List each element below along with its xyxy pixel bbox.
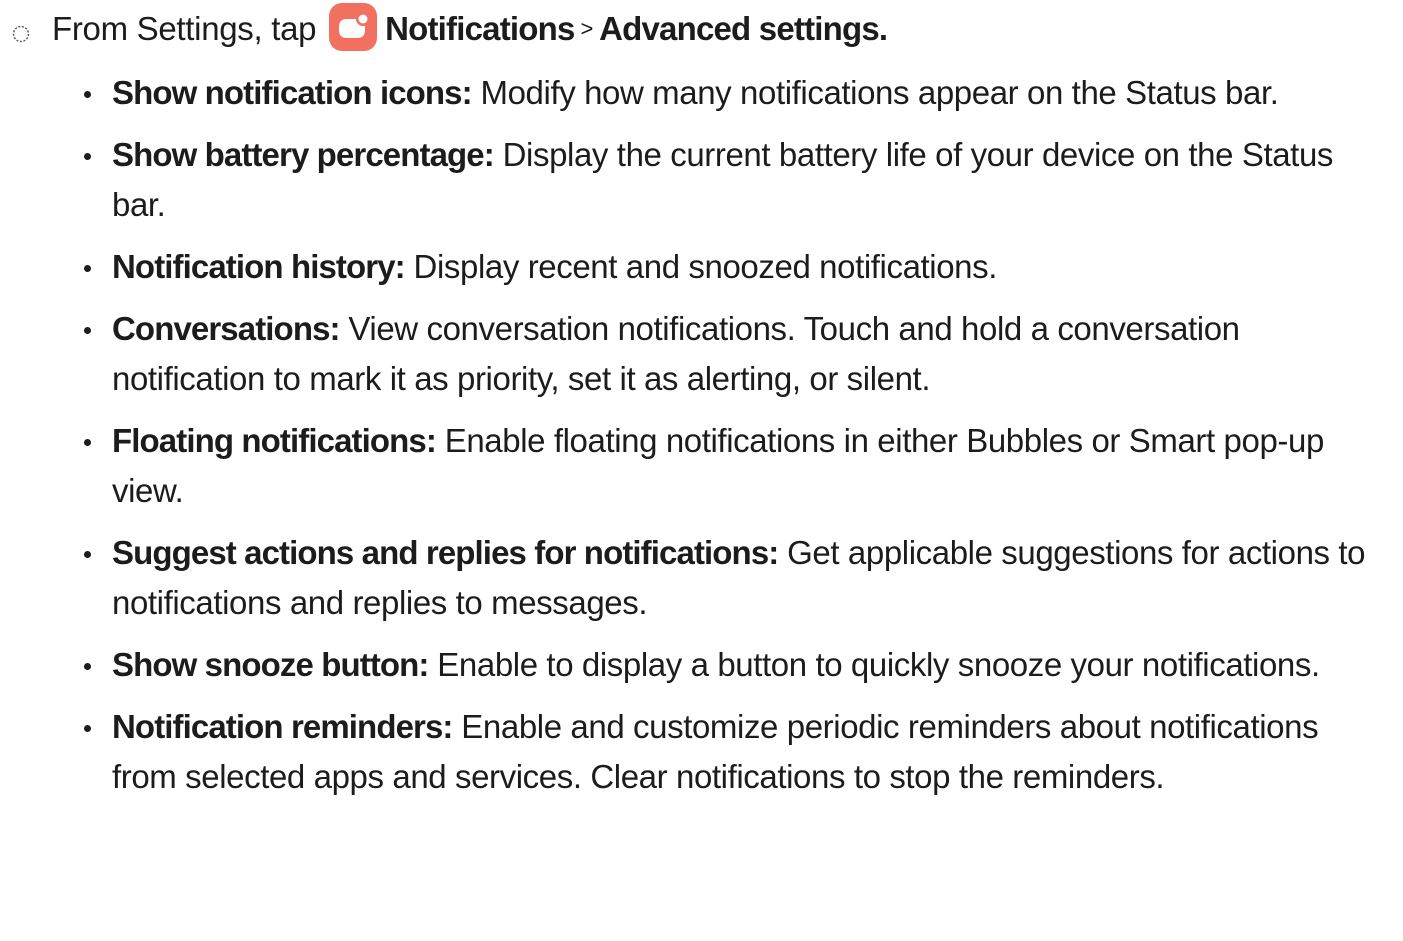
bullet-dot [84,91,91,98]
list-item: Show snooze button: Enable to display a … [0,640,1403,690]
item-term: Notification history: [112,248,406,285]
bullet-dot [84,439,91,446]
instruction-step: From Settings, tap Notifications > Advance… [0,0,1403,60]
list-item: Show battery percentage: Display the cur… [0,130,1403,230]
notifications-app-icon [329,3,378,52]
item-term: Notification reminders: [112,708,453,745]
item-term: Show notification icons: [112,74,473,111]
menu-notifications: Notifications [385,10,575,47]
list-item: Show notification icons: Modify how many… [0,68,1403,118]
instruction-suffix: . [878,10,888,47]
list-item: Suggest actions and replies for notifica… [0,528,1403,628]
item-description: Enable to display a button to quickly sn… [437,646,1320,683]
item-term: Conversations: [112,310,341,347]
bullet-dot [84,327,91,334]
item-term: Floating notifications: [112,422,437,459]
instruction-prefix: From Settings, tap [52,10,317,47]
item-description: Display recent and snoozed notifications… [413,248,998,285]
list-item: Notification history: Display recent and… [0,242,1403,292]
bullet-dot [84,153,91,160]
list-item: Floating notifications: Enable floating … [0,416,1403,516]
item-term: Show battery percentage: [112,136,495,173]
list-item: Notification reminders: Enable and custo… [0,702,1403,802]
bullet-dot [84,265,91,272]
bullet-dot [84,551,91,558]
step-circle-icon [12,25,30,43]
instruction-text: From Settings, tap Notifications > Advance… [52,3,888,56]
item-term: Suggest actions and replies for notifica… [112,534,779,571]
menu-advanced-settings: Advanced settings [599,10,880,47]
settings-list: Show notification icons: Modify how many… [0,68,1403,814]
bullet-dot [84,663,91,670]
item-term: Show snooze button: [112,646,429,683]
breadcrumb-separator: > [580,16,594,41]
bullet-dot [84,725,91,732]
list-item: Conversations: View conversation notific… [0,304,1403,404]
item-description: Modify how many notifications appear on … [480,74,1279,111]
